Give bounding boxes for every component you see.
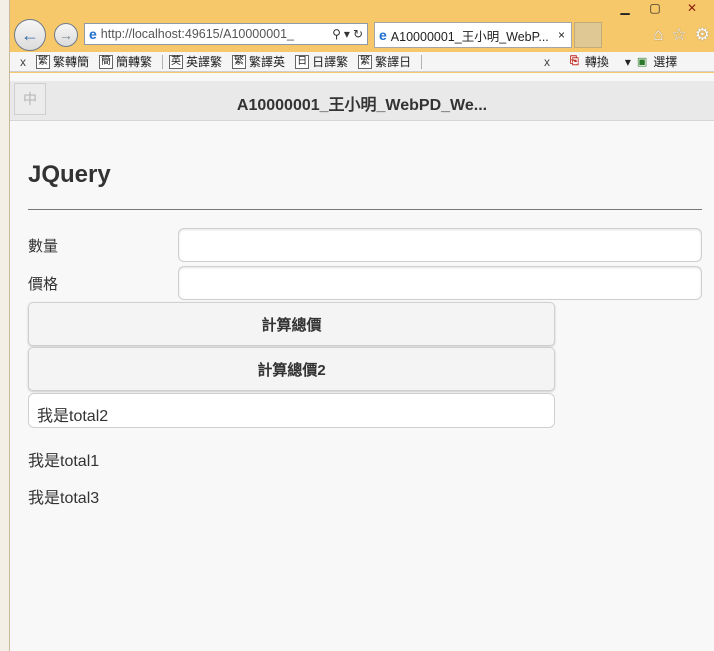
dropdown-icon[interactable]: ▾ [344,27,350,41]
translate-icon: 英 [169,54,184,69]
search-icon[interactable]: ⚲ [332,27,341,41]
price-label: 價格 [28,276,59,293]
convert-button[interactable]: 轉換 [585,53,609,70]
convert-tools: ⎘ 轉換 ▾ ▣ 選擇 [570,53,677,70]
forward-arrow-icon: → [59,27,73,43]
cmd-label: 日譯繁 [312,55,349,69]
translate-icon: 繁 [358,54,373,69]
browser-toolbar: ← → e http://localhost:49615/A10000001_ … [10,16,714,52]
cmd-label: 英譯繁 [186,55,223,69]
translate-icon: 繁 [36,54,50,69]
close-toolbar-button[interactable]: x [10,55,36,69]
translate-icon: 簡 [99,54,114,69]
desktop-edge [0,0,10,651]
minimize-button[interactable]: ▁ [610,0,640,16]
cmd-label: 繁譯日 [375,55,412,69]
cmd-item[interactable]: 簡簡轉繁 [99,53,152,70]
section-heading: JQuery [28,161,111,188]
window-controls: ▁ ▢ ✕ [610,0,714,16]
cmd-item[interactable]: 繁繁譯日 [358,53,411,70]
quantity-input[interactable] [178,228,702,262]
address-tools: ⚲ ▾ ↻ [328,27,367,41]
quantity-label: 數量 [28,238,59,255]
tab-current[interactable]: e A10000001_王小明_WebP... × [374,22,572,48]
address-bar[interactable]: e http://localhost:49615/A10000001_ ⚲ ▾ … [84,23,368,45]
translate-icon: 日 [295,54,310,69]
page-content: 中 A10000001_王小明_WebPD_We... JQuery 數量 價格… [10,73,714,651]
total3-text: 我是total3 [28,490,100,507]
cmd-label: 簡轉繁 [116,55,153,69]
cmd-item[interactable]: 英英譯繁 [169,53,222,70]
new-tab-button[interactable] [574,22,602,48]
total2-field[interactable]: 我是total2 [28,393,555,428]
divider [162,54,164,69]
home-icon[interactable]: ⌂ [653,25,663,45]
price-input[interactable] [178,266,702,300]
pdf-icon: ⎘ [570,55,579,67]
star-icon[interactable]: ☆ [672,25,687,45]
maximize-button[interactable]: ▢ [640,0,670,16]
app-header: 中 A10000001_王小明_WebPD_We... [10,81,714,121]
divider [421,54,423,69]
calc-total-button[interactable]: 計算總價 [28,302,555,346]
refresh-icon[interactable]: ↻ [353,27,363,41]
forward-button[interactable]: → [54,23,78,47]
cmd-label: 繁譯英 [249,55,286,69]
divider [28,209,702,210]
chevron-down-icon[interactable]: ▾ [625,55,631,69]
close-convert-toolbar-button[interactable]: x [544,55,550,69]
translation-toolbar: x 繁繁轉簡 簡簡轉繁 英英譯繁 繁繁譯英 日日譯繁 繁繁譯日 x ⎘ 轉換 ▾… [10,52,714,72]
cmd-label: 繁轉簡 [53,55,90,69]
tab-close-button[interactable]: × [558,28,565,42]
gear-icon[interactable]: ⚙ [695,25,710,45]
back-button[interactable]: ← [14,19,46,51]
total1-text: 我是total1 [28,453,100,470]
select-icon: ▣ [636,56,648,68]
browser-right-icons: ⌂ ☆ ⚙ [653,25,710,45]
ie-icon: e [89,26,97,42]
tab-title: A10000001_王小明_WebP... [390,29,549,44]
cmd-item[interactable]: 繁繁譯英 [232,53,285,70]
address-url[interactable]: http://localhost:49615/A10000001_ [101,27,328,41]
page-title: A10000001_王小明_WebPD_We... [236,97,488,114]
translate-icon: 繁 [232,54,247,69]
cmd-item[interactable]: 繁繁轉簡 [36,53,89,70]
select-button[interactable]: 選擇 [653,53,677,70]
cmd-item[interactable]: 日日譯繁 [295,53,348,70]
back-arrow-icon: ← [21,24,39,45]
ie-icon: e [379,27,387,43]
close-window-button[interactable]: ✕ [670,0,714,16]
calc-total-2-button[interactable]: 計算總價2 [28,347,555,391]
